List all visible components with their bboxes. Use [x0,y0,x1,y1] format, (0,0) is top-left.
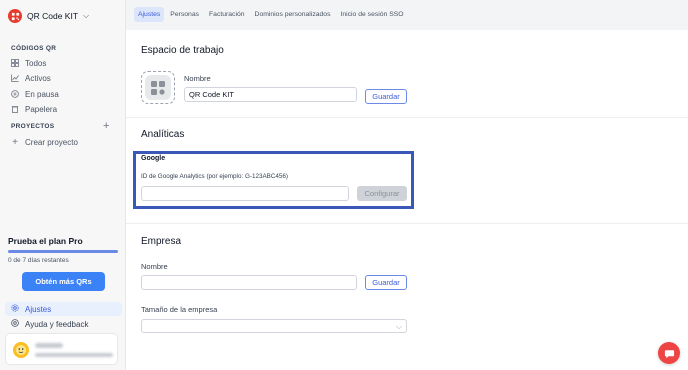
user-name-redacted [35,343,63,348]
chevron-down-icon: ⌵ [395,322,402,331]
configure-button[interactable]: Configurar [357,186,407,201]
company-save-button[interactable]: Guardar [365,275,407,290]
sidebar-item-ajustes[interactable]: Ajustes [5,302,122,316]
help-icon [11,319,19,329]
sidebar-item-activos[interactable]: Activos [11,72,51,84]
placeholder-logo-icon [145,75,171,100]
company-name-label: Nombre [141,262,168,271]
sidebar-item-label: Ayuda y feedback [25,319,89,329]
create-project-button[interactable]: + Crear proyecto [11,136,78,148]
sidebar-item-label: Papelera [25,104,58,114]
sidebar-item-en-pausa[interactable]: En pausa [11,88,59,100]
tab-sso[interactable]: Inicio de sesión SSO [336,7,407,22]
tab-ajustes[interactable]: Ajustes [134,7,165,22]
sidebar-item-label: En pausa [25,89,59,99]
user-profile-card[interactable] [5,333,118,365]
analytics-heading: Analíticas [141,129,185,140]
sidebar: QR Code KIT ⌵ CÓDIGOS QR Todos Activos E… [0,0,126,370]
sidebar-item-todos[interactable]: Todos [11,57,46,69]
ga-id-input[interactable] [141,186,349,201]
ga-id-label: ID de Google Analytics (por ejemplo: G-1… [141,173,289,180]
workspace-heading: Espacio de trabajo [141,45,224,56]
workspace-switcher[interactable]: QR Code KIT ⌵ [8,8,89,24]
tab-dominios[interactable]: Dominios personalizados [251,7,335,22]
company-size-select[interactable]: ⌵ [141,319,407,333]
company-size-label: Tamaño de la empresa [141,305,218,314]
workspace-name: QR Code KIT [27,11,79,21]
trash-icon [11,105,19,113]
add-project-icon[interactable]: + [103,121,109,132]
chat-icon [664,349,674,358]
sidebar-item-papelera[interactable]: Papelera [11,103,57,115]
sidebar-item-label: Todos [25,58,47,68]
qr-logo-icon [8,9,22,23]
sidebar-item-label: Activos [25,73,51,83]
avatar [13,342,29,358]
company-name-input[interactable] [141,275,357,290]
workspace-name-input[interactable] [184,87,357,102]
tab-personas[interactable]: Personas [166,7,203,22]
gear-icon [11,304,19,314]
projects-section-label: PROYECTOS [11,123,55,130]
qr-codes-section-label: CÓDIGOS QR [11,45,57,52]
user-email-redacted [35,353,113,357]
trial-progress-bar [8,250,118,253]
create-project-label: Crear proyecto [25,137,78,147]
tab-facturacion[interactable]: Facturación [205,7,249,22]
tab-list: Ajustes Personas Facturación Dominios pe… [134,7,408,22]
chat-support-button[interactable] [658,342,680,364]
workspace-logo-upload[interactable] [141,71,175,104]
plan-title: Prueba el plan Pro [8,236,83,246]
settings-panel: Espacio de trabajo Nombre Guardar Analít… [126,30,688,370]
section-divider [126,223,688,224]
chart-icon [11,74,19,82]
google-provider-label: Google [141,155,166,162]
chevron-down-icon: ⌵ [83,11,90,20]
get-more-qrs-button[interactable]: Obtén más QRs [22,272,105,291]
sidebar-item-help[interactable]: Ayuda y feedback [5,317,122,331]
section-divider [126,117,688,118]
company-heading: Empresa [141,236,182,247]
workspace-name-label: Nombre [184,74,211,83]
workspace-save-button[interactable]: Guardar [365,89,407,104]
pause-icon [11,90,19,98]
settings-tabs-bar: Ajustes Personas Facturación Dominios pe… [126,0,688,30]
grid-icon [11,59,19,67]
plus-icon: + [12,136,18,148]
trial-progress-fill [8,250,118,253]
trial-days-left: 0 de 7 días restantes [8,257,69,264]
sidebar-item-label: Ajustes [25,304,52,314]
